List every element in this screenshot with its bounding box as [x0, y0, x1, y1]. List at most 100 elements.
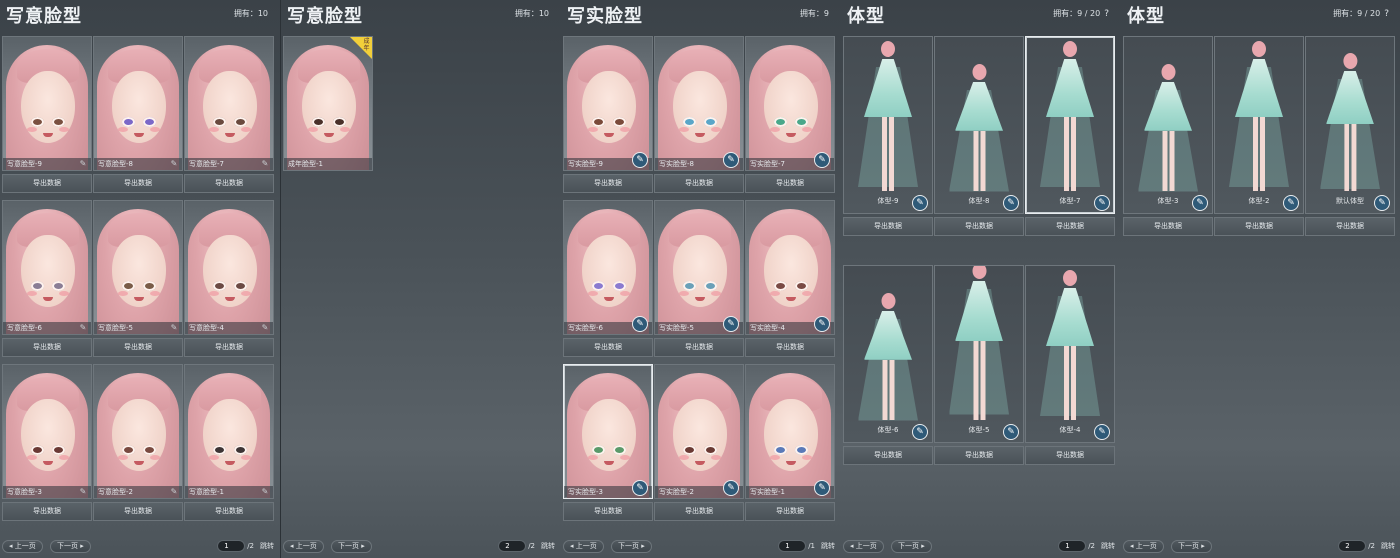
page-number-input[interactable]: 1	[1058, 540, 1087, 552]
export-data-button[interactable]: 导出数据	[745, 174, 835, 193]
edit-brush-icon[interactable]: ✎	[1094, 424, 1110, 440]
export-data-button[interactable]: 导出数据	[184, 502, 274, 521]
face-preview-card[interactable]: 写意脸型-6 ✎	[2, 200, 92, 335]
jump-button[interactable]: 跳转	[1381, 542, 1395, 550]
face-preview-card[interactable]: 写意脸型-5 ✎	[93, 200, 183, 335]
face-preview-card[interactable]: 写实脸型-1 ✎	[745, 364, 835, 499]
next-page-button[interactable]: 下一页 ▸	[891, 540, 932, 553]
edit-brush-icon[interactable]: ✎	[259, 323, 271, 333]
edit-brush-icon[interactable]: ✎	[723, 316, 739, 332]
next-page-button[interactable]: 下一页 ▸	[50, 540, 91, 553]
face-preview-card[interactable]: 写实脸型-5 ✎	[654, 200, 744, 335]
body-preview-card[interactable]: 体型-3 ✎	[1123, 36, 1213, 214]
help-icon[interactable]: ?	[1384, 9, 1389, 19]
export-data-button[interactable]: 导出数据	[563, 174, 653, 193]
export-data-button[interactable]: 导出数据	[1123, 217, 1213, 236]
next-page-button[interactable]: 下一页 ▸	[1171, 540, 1212, 553]
jump-button[interactable]: 跳转	[541, 542, 555, 550]
edit-brush-icon[interactable]: ✎	[1374, 195, 1390, 211]
edit-brush-icon[interactable]: ✎	[259, 487, 271, 497]
export-data-button[interactable]: 导出数据	[934, 217, 1024, 236]
face-preview-card[interactable]: 写意脸型-2 ✎	[93, 364, 183, 499]
export-data-button[interactable]: 导出数据	[563, 502, 653, 521]
export-data-button[interactable]: 导出数据	[2, 502, 92, 521]
edit-brush-icon[interactable]: ✎	[632, 480, 648, 496]
edit-brush-icon[interactable]: ✎	[168, 487, 180, 497]
export-data-button[interactable]: 导出数据	[93, 502, 183, 521]
face-preview-card[interactable]: 写实脸型-4 ✎	[745, 200, 835, 335]
edit-brush-icon[interactable]: ✎	[1094, 195, 1110, 211]
export-data-button[interactable]: 导出数据	[843, 217, 933, 236]
edit-brush-icon[interactable]: ✎	[259, 159, 271, 169]
body-preview-card[interactable]: 默认体型 ✎	[1305, 36, 1395, 214]
body-preview-card[interactable]: 体型-9 ✎	[843, 36, 933, 214]
jump-button[interactable]: 跳转	[1101, 542, 1115, 550]
edit-brush-icon[interactable]: ✎	[168, 159, 180, 169]
edit-brush-icon[interactable]: ✎	[77, 323, 89, 333]
export-data-button[interactable]: 导出数据	[184, 338, 274, 357]
export-data-button[interactable]: 导出数据	[843, 446, 933, 465]
export-data-button[interactable]: 导出数据	[1025, 446, 1115, 465]
edit-brush-icon[interactable]: ✎	[723, 480, 739, 496]
export-data-button[interactable]: 导出数据	[93, 338, 183, 357]
page-number-input[interactable]: 1	[778, 540, 807, 552]
edit-brush-icon[interactable]: ✎	[77, 487, 89, 497]
export-data-button[interactable]: 导出数据	[2, 338, 92, 357]
body-preview-card[interactable]: 体型-4 ✎	[1025, 265, 1115, 443]
export-data-button[interactable]: 导出数据	[2, 174, 92, 193]
face-preview-card[interactable]: 写实脸型-9 ✎	[563, 36, 653, 171]
next-page-button[interactable]: 下一页 ▸	[611, 540, 652, 553]
face-preview-card[interactable]: 写实脸型-6 ✎	[563, 200, 653, 335]
export-data-button[interactable]: 导出数据	[1025, 217, 1115, 236]
export-data-button[interactable]: 导出数据	[1214, 217, 1304, 236]
export-data-button[interactable]: 导出数据	[654, 338, 744, 357]
face-preview-card[interactable]: 写实脸型-7 ✎	[745, 36, 835, 171]
edit-brush-icon[interactable]: ✎	[168, 323, 180, 333]
face-preview-card[interactable]: 成年脸型-1 成年	[283, 36, 373, 171]
body-preview-card[interactable]: 体型-5 ✎	[934, 265, 1024, 443]
body-preview-card[interactable]: 体型-6 ✎	[843, 265, 933, 443]
export-data-button[interactable]: 导出数据	[563, 338, 653, 357]
prev-page-button[interactable]: ◂ 上一页	[283, 540, 324, 553]
face-preview-card[interactable]: 写实脸型-8 ✎	[654, 36, 744, 171]
edit-brush-icon[interactable]: ✎	[632, 152, 648, 168]
edit-brush-icon[interactable]: ✎	[814, 480, 830, 496]
jump-button[interactable]: 跳转	[260, 542, 274, 550]
prev-page-button[interactable]: ◂ 上一页	[563, 540, 604, 553]
next-page-button[interactable]: 下一页 ▸	[331, 540, 372, 553]
face-preview-card[interactable]: 写意脸型-1 ✎	[184, 364, 274, 499]
face-preview-card[interactable]: 写意脸型-4 ✎	[184, 200, 274, 335]
face-preview-card[interactable]: 写实脸型-2 ✎	[654, 364, 744, 499]
face-preview-card[interactable]: 写意脸型-7 ✎	[184, 36, 274, 171]
edit-brush-icon[interactable]: ✎	[814, 316, 830, 332]
page-number-input[interactable]: 2	[498, 540, 527, 552]
help-icon[interactable]: ?	[1104, 9, 1109, 19]
page-number-input[interactable]: 2	[1338, 540, 1367, 552]
edit-brush-icon[interactable]: ✎	[1283, 195, 1299, 211]
edit-brush-icon[interactable]: ✎	[1003, 424, 1019, 440]
export-data-button[interactable]: 导出数据	[184, 174, 274, 193]
body-preview-card[interactable]: 体型-8 ✎	[934, 36, 1024, 214]
edit-brush-icon[interactable]: ✎	[912, 195, 928, 211]
prev-page-button[interactable]: ◂ 上一页	[2, 540, 43, 553]
prev-page-button[interactable]: ◂ 上一页	[1123, 540, 1164, 553]
page-number-input[interactable]: 1	[217, 540, 246, 552]
edit-brush-icon[interactable]: ✎	[912, 424, 928, 440]
edit-brush-icon[interactable]: ✎	[1003, 195, 1019, 211]
edit-brush-icon[interactable]: ✎	[814, 152, 830, 168]
export-data-button[interactable]: 导出数据	[654, 174, 744, 193]
export-data-button[interactable]: 导出数据	[745, 338, 835, 357]
face-preview-card[interactable]: 写实脸型-3 ✎	[563, 364, 653, 499]
face-preview-card[interactable]: 写意脸型-8 ✎	[93, 36, 183, 171]
export-data-button[interactable]: 导出数据	[745, 502, 835, 521]
body-preview-card[interactable]: 体型-7 ✎	[1025, 36, 1115, 214]
edit-brush-icon[interactable]: ✎	[77, 159, 89, 169]
export-data-button[interactable]: 导出数据	[93, 174, 183, 193]
prev-page-button[interactable]: ◂ 上一页	[843, 540, 884, 553]
export-data-button[interactable]: 导出数据	[1305, 217, 1395, 236]
export-data-button[interactable]: 导出数据	[934, 446, 1024, 465]
edit-brush-icon[interactable]: ✎	[632, 316, 648, 332]
face-preview-card[interactable]: 写意脸型-9 ✎	[2, 36, 92, 171]
jump-button[interactable]: 跳转	[821, 542, 835, 550]
export-data-button[interactable]: 导出数据	[654, 502, 744, 521]
